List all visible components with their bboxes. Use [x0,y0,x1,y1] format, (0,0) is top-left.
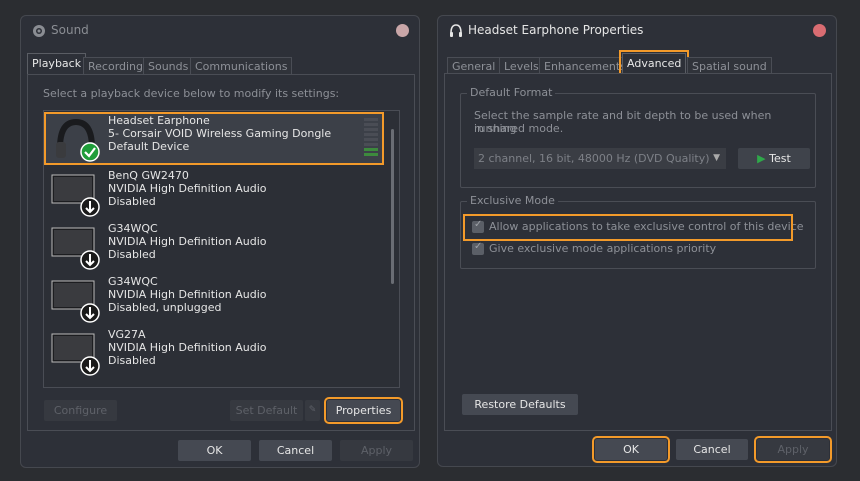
format-description-line2: in shared mode. [474,122,564,135]
playback-panel: Select a playback device below to modify… [27,74,415,431]
device-status: Disabled, unplugged [108,301,222,314]
device-description: 5- Corsair VOID Wireless Gaming Dongle [108,127,332,140]
device-description: NVIDIA High Definition Audio [108,182,267,195]
device-name: G34WQC [108,275,158,288]
restore-defaults-button[interactable]: Restore Defaults [462,394,578,415]
device-description: NVIDIA High Definition Audio [108,341,267,354]
exclusive-priority-checkbox[interactable] [472,241,484,255]
device-status: Disabled [108,354,156,367]
format-select[interactable]: 2 channel, 16 bit, 48000 Hz (DVD Quality… [474,148,726,169]
tab-sounds[interactable]: Sounds [143,57,194,75]
monitor-icon [51,280,100,323]
device-benq[interactable]: BenQ GW2470 NVIDIA High Definition Audio… [44,167,384,220]
tab-advanced[interactable]: Advanced [618,50,690,78]
instruction-text: Select a playback device below to modify… [43,87,340,100]
close-button[interactable] [813,24,826,37]
default-format-group: Default Format Select the sample rate an… [460,86,816,188]
properties-button[interactable]: Properties [324,397,403,424]
test-button[interactable]: ▶ Test [738,148,810,169]
device-list-scrollbar[interactable] [391,129,394,284]
apply-button[interactable]: Apply [340,440,413,461]
default-format-label: Default Format [467,86,556,99]
headset-icon [56,118,100,162]
volume-level-meter [364,118,378,158]
speaker-icon [33,25,45,37]
device-g34wqc[interactable]: G34WQC NVIDIA High Definition Audio Disa… [44,220,384,273]
ok-button[interactable]: OK [178,440,251,461]
cancel-button[interactable]: Cancel [259,440,332,461]
format-select-value: 2 channel, 16 bit, 48000 Hz (DVD Quality… [478,152,710,165]
close-button[interactable] [396,24,409,37]
properties-window: Headset Earphone Properties General Leve… [437,15,837,467]
exclusive-mode-label: Exclusive Mode [467,194,558,207]
headset-icon [450,24,462,37]
test-label: Test [769,152,791,165]
tab-playback[interactable]: Playback [27,53,87,75]
tab-communications[interactable]: Communications [190,57,293,75]
device-status: Disabled [108,248,156,261]
device-status: Default Device [108,140,190,153]
window-title: Headset Earphone Properties [468,23,644,37]
window-title: Sound [51,23,89,37]
device-list: Headset Earphone 5- Corsair VOID Wireles… [43,110,400,388]
device-status: Disabled [108,195,156,208]
monitor-icon [51,174,100,217]
set-default-button[interactable]: Set Default [230,400,303,421]
device-g34wqc-2[interactable]: G34WQC NVIDIA High Definition Audio Disa… [44,273,384,326]
monitor-icon [51,227,100,270]
pencil-icon: ✎ [308,405,317,415]
cancel-button[interactable]: Cancel [676,439,748,460]
apply-button[interactable]: Apply [754,436,832,463]
sound-window: Sound Playback Recording Sounds Communic… [20,15,420,468]
exclusive-control-highlight [463,214,793,241]
device-headset[interactable]: Headset Earphone 5- Corsair VOID Wireles… [44,112,384,165]
ok-button[interactable]: OK [592,436,670,463]
properties-titlebar[interactable]: Headset Earphone Properties [438,16,836,46]
device-description: NVIDIA High Definition Audio [108,235,267,248]
device-name: Headset Earphone [108,114,210,127]
device-vg27a[interactable]: VG27A NVIDIA High Definition Audio Disab… [44,326,384,379]
exclusive-priority-label: Give exclusive mode applications priorit… [489,242,717,255]
exclusive-mode-group: Exclusive Mode Allow applications to tak… [460,194,816,269]
advanced-panel: Default Format Select the sample rate an… [444,73,832,431]
monitor-icon [51,333,100,376]
play-icon: ▶ [757,152,766,165]
chevron-down-icon: ▼ [713,153,720,163]
tab-recording[interactable]: Recording [83,57,149,75]
device-name: VG27A [108,328,146,341]
device-name: BenQ GW2470 [108,169,189,182]
device-name: G34WQC [108,222,158,235]
sound-titlebar[interactable]: Sound [21,16,419,46]
device-description: NVIDIA High Definition Audio [108,288,267,301]
configure-button[interactable]: Configure [44,400,117,421]
set-default-dropdown[interactable]: ✎ [305,400,320,421]
